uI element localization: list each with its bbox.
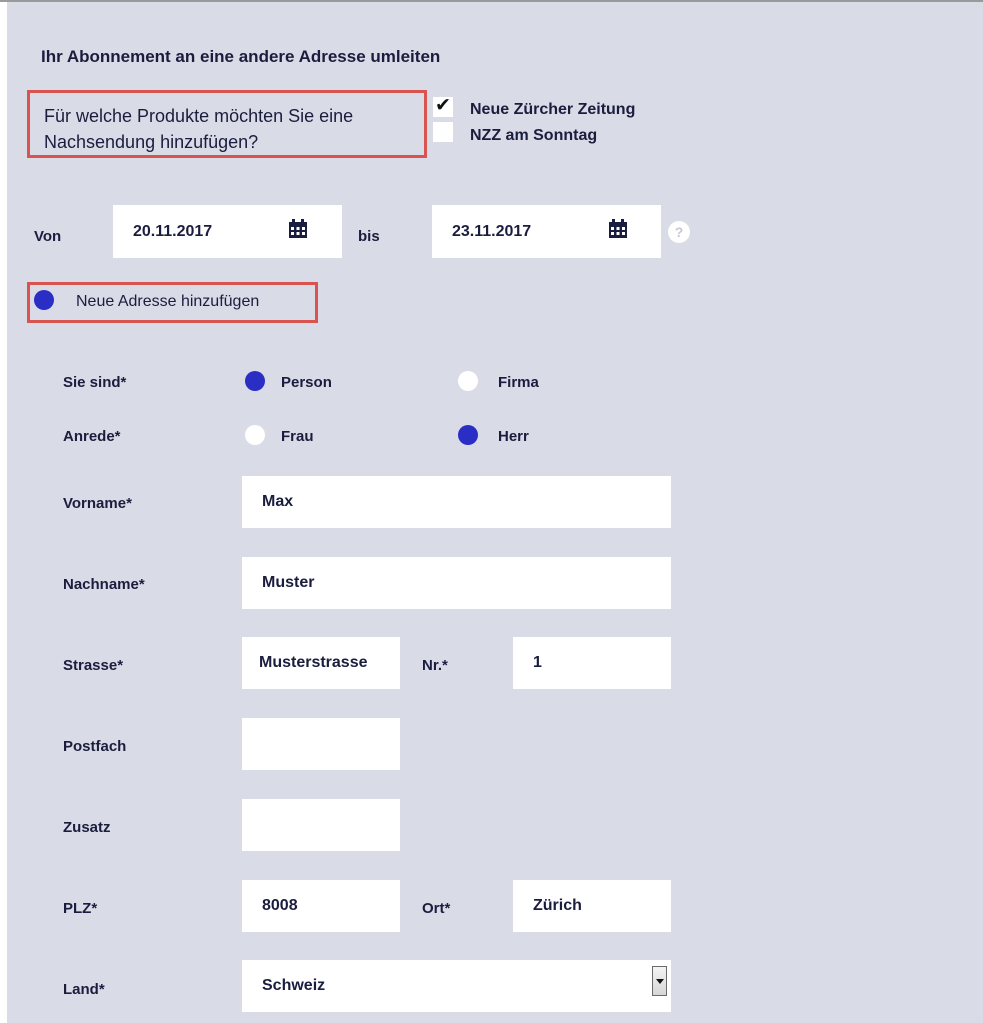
firstname-value: Max [262,493,294,510]
radio-firma[interactable] [458,371,478,391]
radio-frau[interactable] [245,425,265,445]
product-label-nzz-am-sonntag: NZZ am Sonntag [470,127,598,144]
zip-label: PLZ* [63,900,98,917]
radio-herr-label: Herr [498,428,529,445]
checkmark-icon: ✔ [435,95,451,116]
street-label: Strasse* [63,657,124,674]
zip-value: 8008 [262,897,298,914]
number-label: Nr.* [422,657,448,674]
form-heading: Ihr Abonnement an eine andere Adresse um… [41,47,441,66]
calendar-icon[interactable] [288,219,308,239]
redirect-form-panel: Ihr Abonnement an eine andere Adresse um… [7,2,983,1023]
checkbox-nzz[interactable]: ✔ [433,95,453,117]
city-value: Zürich [533,897,582,914]
date-to-value: 23.11.2017 [452,222,532,240]
question-icon[interactable]: ? [668,221,690,243]
date-from-label: Von [34,228,62,245]
date-to-label: bis [358,228,380,245]
pobox-label: Postfach [63,738,127,755]
product-question-highlight: Für welche Produkte möchten Sie eine Nac… [27,90,427,158]
lastname-input[interactable]: Muster [242,557,671,609]
city-label: Ort* [422,900,451,917]
new-address-label: Neue Adresse hinzufügen [76,293,260,310]
street-input[interactable]: Musterstrasse [242,637,400,689]
type-label: Sie sind* [63,374,127,391]
lastname-value: Muster [262,574,315,591]
country-value: Schweiz [262,977,326,994]
country-select[interactable]: Schweiz [242,960,671,1012]
dropdown-button[interactable] [652,966,667,996]
addition-label: Zusatz [63,819,111,836]
checkbox-nzz-am-sonntag[interactable] [433,122,453,142]
lastname-label: Nachname* [63,576,145,593]
radio-firma-label: Firma [498,374,539,391]
chevron-down-icon [656,979,664,984]
number-input[interactable]: 1 [513,637,671,689]
radio-person[interactable] [245,371,265,391]
date-to-input[interactable]: 23.11.2017 [432,205,661,258]
product-label-nzz: Neue Zürcher Zeitung [470,101,636,118]
calendar-icon[interactable] [608,219,628,239]
firstname-input[interactable]: Max [242,476,671,528]
radio-herr[interactable] [458,425,478,445]
country-label: Land* [63,981,105,998]
radio-frau-label: Frau [281,428,314,445]
radio-person-label: Person [281,374,332,391]
radio-new-address[interactable] [34,290,54,310]
firstname-label: Vorname* [63,495,132,512]
street-value: Musterstrasse [259,654,368,671]
addition-input[interactable] [242,799,400,851]
city-input[interactable]: Zürich [513,880,671,932]
date-from-input[interactable]: 20.11.2017 [113,205,342,258]
number-value: 1 [533,654,542,671]
zip-input[interactable]: 8008 [242,880,400,932]
product-question: Für welche Produkte möchten Sie eine Nac… [44,106,354,152]
salutation-label: Anrede* [63,428,121,445]
date-from-value: 20.11.2017 [133,222,213,240]
pobox-input[interactable] [242,718,400,770]
